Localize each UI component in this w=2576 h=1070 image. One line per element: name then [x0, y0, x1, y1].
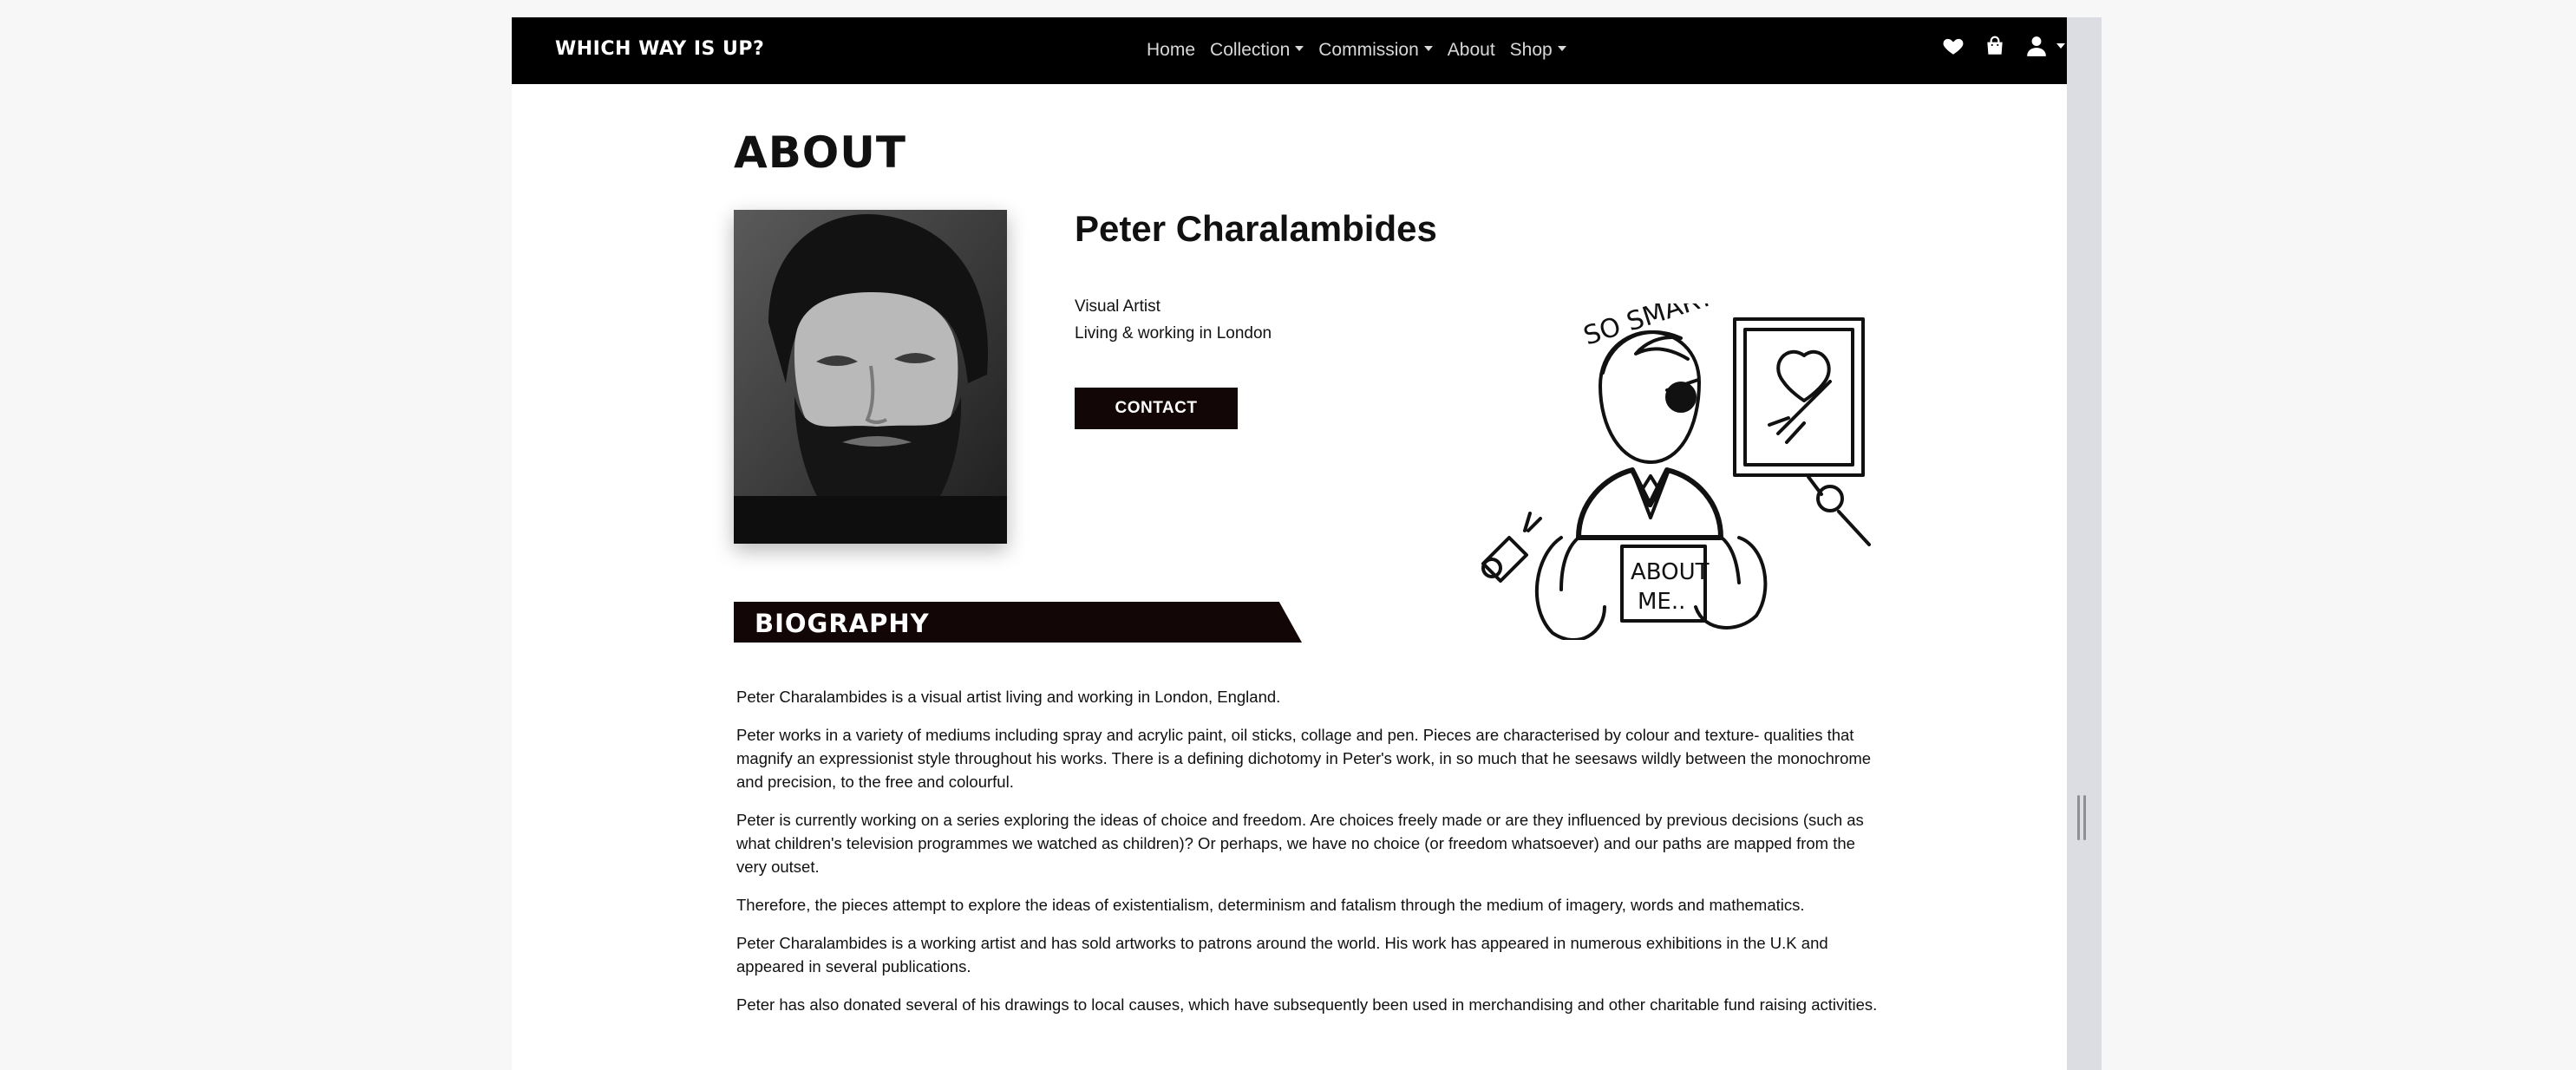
biography-heading: BIOGRAPHY	[755, 609, 930, 638]
nav-collection[interactable]: Collection	[1210, 40, 1304, 61]
shopping-bag-icon[interactable]	[1984, 35, 2006, 57]
bio-paragraph: Peter Charalambides is a working artist …	[736, 934, 1828, 975]
resize-handle[interactable]	[2077, 795, 2086, 840]
nav-shop[interactable]: Shop	[1510, 40, 1566, 61]
artist-portrait	[734, 210, 1007, 544]
artist-name: Peter Charalambides	[1075, 208, 1437, 249]
nav-links: Home Collection Commission About Shop	[1147, 40, 1566, 61]
caret-down-icon	[1423, 46, 1433, 52]
artist-role: Visual Artist	[1075, 297, 1161, 316]
user-menu[interactable]	[2025, 35, 2065, 57]
caret-down-icon	[1557, 46, 1566, 52]
nav-collection-label: Collection	[1210, 40, 1291, 60]
bio-paragraph: Peter has also donated several of his dr…	[736, 995, 1878, 1014]
biography-banner: BIOGRAPHY	[734, 602, 1302, 643]
biography-text: Peter Charalambides is a visual artist l…	[736, 685, 1881, 1031]
about-me-illustration: SO SMART ABOUT ME..	[1481, 303, 1871, 640]
scrollbar-track[interactable]	[2067, 17, 2102, 1070]
caret-down-icon	[2056, 43, 2065, 49]
brand-logo[interactable]: WHICH WAY IS UP?	[555, 38, 764, 60]
nav-home-label: Home	[1147, 40, 1196, 60]
bio-paragraph: Peter Charalambides is a visual artist l…	[736, 688, 1281, 706]
artist-location: Living & working in London	[1075, 324, 1272, 343]
nav-commission-label: Commission	[1318, 40, 1419, 60]
nav-icons	[1942, 35, 2067, 57]
nav-about[interactable]: About	[1448, 40, 1495, 61]
bio-paragraph: Peter is currently working on a series e…	[736, 811, 1864, 876]
contact-button[interactable]: CONTACT	[1075, 388, 1238, 429]
nav-commission[interactable]: Commission	[1318, 40, 1433, 61]
nav-about-label: About	[1447, 40, 1495, 60]
caret-down-icon	[1295, 46, 1304, 52]
nav-home[interactable]: Home	[1147, 40, 1195, 61]
nav-shop-label: Shop	[1509, 40, 1553, 60]
sign-line-1: ABOUT	[1631, 559, 1710, 585]
user-icon	[2027, 36, 2046, 56]
page-title: ABOUT	[734, 127, 907, 178]
navbar: WHICH WAY IS UP? Home Collection Commiss…	[512, 17, 2067, 84]
heart-icon[interactable]	[1942, 35, 1965, 57]
bio-paragraph: Peter works in a variety of mediums incl…	[736, 726, 1872, 791]
sign-line-2: ME..	[1638, 589, 1685, 615]
bio-paragraph: Therefore, the pieces attempt to explore…	[736, 896, 1805, 914]
